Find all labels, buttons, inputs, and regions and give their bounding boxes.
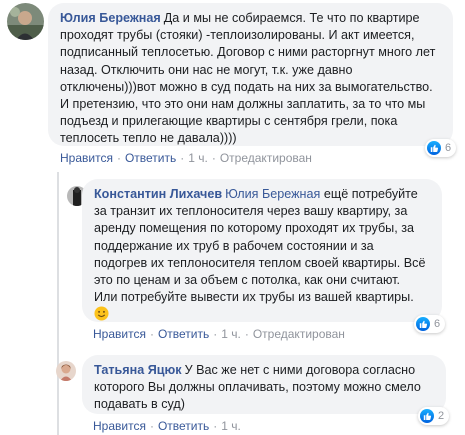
comment-text-line: ещё потребуйте: [323, 187, 418, 201]
comment-text-line: подавать в суд): [94, 397, 185, 412]
reply-button[interactable]: Ответить: [158, 419, 209, 433]
comment-text-line: назад. Отключить они нас не могут, т.к. …: [60, 62, 353, 77]
comment-actions: Нравится · Ответить · 1 ч.: [93, 419, 241, 433]
comment-actions: Нравится · Ответить · 1 ч. · Отредактирован: [93, 327, 345, 341]
like-button[interactable]: Нравится: [93, 419, 146, 433]
timestamp[interactable]: 1 ч.: [221, 419, 241, 433]
avatar[interactable]: [56, 361, 76, 381]
comment-text-line: подогрев их теплоносителя теплом своей к…: [94, 255, 426, 270]
comment-text-line: которого Вы должны оплачивать, поэтому м…: [94, 380, 421, 395]
comment-text-line: теплосеть тепло не давала)))): [60, 131, 237, 146]
comment-author[interactable]: Юлия Бережная: [60, 11, 161, 25]
separator: ·: [213, 419, 218, 433]
reaction-count: 6: [445, 142, 452, 154]
reply-thread-line: [57, 172, 59, 435]
like-button[interactable]: Нравится: [93, 327, 146, 341]
comment-text-line: И претензию, что это они нам должны запл…: [60, 97, 426, 112]
comment-text-line: подписанный теплосетью. Договор с ними р…: [60, 45, 436, 60]
avatar[interactable]: [7, 3, 44, 40]
comment-text-line: У Вас же нет с ними договора согласно: [184, 363, 416, 377]
comment-text-line: за транзит их теплоносителя через вашу к…: [94, 204, 408, 219]
separator: ·: [244, 327, 249, 341]
comment-text-line: это по ценам и за объем с потолка, как о…: [94, 273, 400, 288]
timestamp[interactable]: 1 ч.: [188, 151, 208, 165]
like-icon: [427, 141, 441, 155]
separator: ·: [149, 419, 154, 433]
comment-text-line: отключены)))вот можно в суд подать на ни…: [60, 79, 433, 94]
comment-bubble: Константин Лихачев Юлия Бережная ещё потр…: [82, 179, 442, 322]
mentioned-user[interactable]: Юлия Бережная: [225, 187, 320, 201]
comment-author[interactable]: Татьяна Яцюк: [94, 363, 182, 377]
comment-bubble: Татьяна Яцюк У Вас же нет с ними договора…: [82, 355, 446, 414]
separator: ·: [211, 151, 216, 165]
separator: ·: [149, 327, 154, 341]
like-icon: [420, 409, 434, 423]
separator: ·: [213, 327, 218, 341]
reactions-summary[interactable]: 6: [425, 139, 457, 157]
timestamp[interactable]: 1 ч.: [221, 327, 241, 341]
comment-text-line: Или потребуйте вывести их трубы из вашей…: [94, 290, 414, 305]
reply-button[interactable]: Ответить: [125, 151, 176, 165]
comment-text-line: проходят трубы (стояки) -теплоизолирован…: [60, 28, 415, 43]
reactions-summary[interactable]: 2: [418, 407, 450, 425]
reply-button[interactable]: Ответить: [158, 327, 209, 341]
reaction-count: 6: [434, 318, 441, 330]
comment-text-line: аренду помещения по которому проходят их…: [94, 221, 415, 236]
separator: ·: [180, 151, 185, 165]
reaction-count: 2: [438, 410, 445, 422]
comment-text-line: поддержание их труб в рабочем состоянии …: [94, 238, 374, 253]
edited-label[interactable]: Отредактирован: [253, 327, 345, 341]
comment-actions: Нравится · Ответить · 1 ч. · Отредактирован: [60, 151, 312, 165]
edited-label[interactable]: Отредактирован: [220, 151, 312, 165]
comment-text-line: Да и мы не собираемся. Те что по квартир…: [163, 11, 420, 25]
like-icon: [416, 317, 430, 331]
reactions-summary[interactable]: 6: [414, 315, 446, 333]
comment-bubble: Юлия Бережная Да и мы не собираемся. Те ч…: [48, 3, 453, 146]
like-button[interactable]: Нравится: [60, 151, 113, 165]
comment-text-line: подъезд и прилегающие квартиры с сентябр…: [60, 114, 398, 129]
comment-author[interactable]: Константин Лихачев: [94, 187, 222, 201]
smiling-face-icon: [94, 306, 109, 321]
separator: ·: [116, 151, 121, 165]
